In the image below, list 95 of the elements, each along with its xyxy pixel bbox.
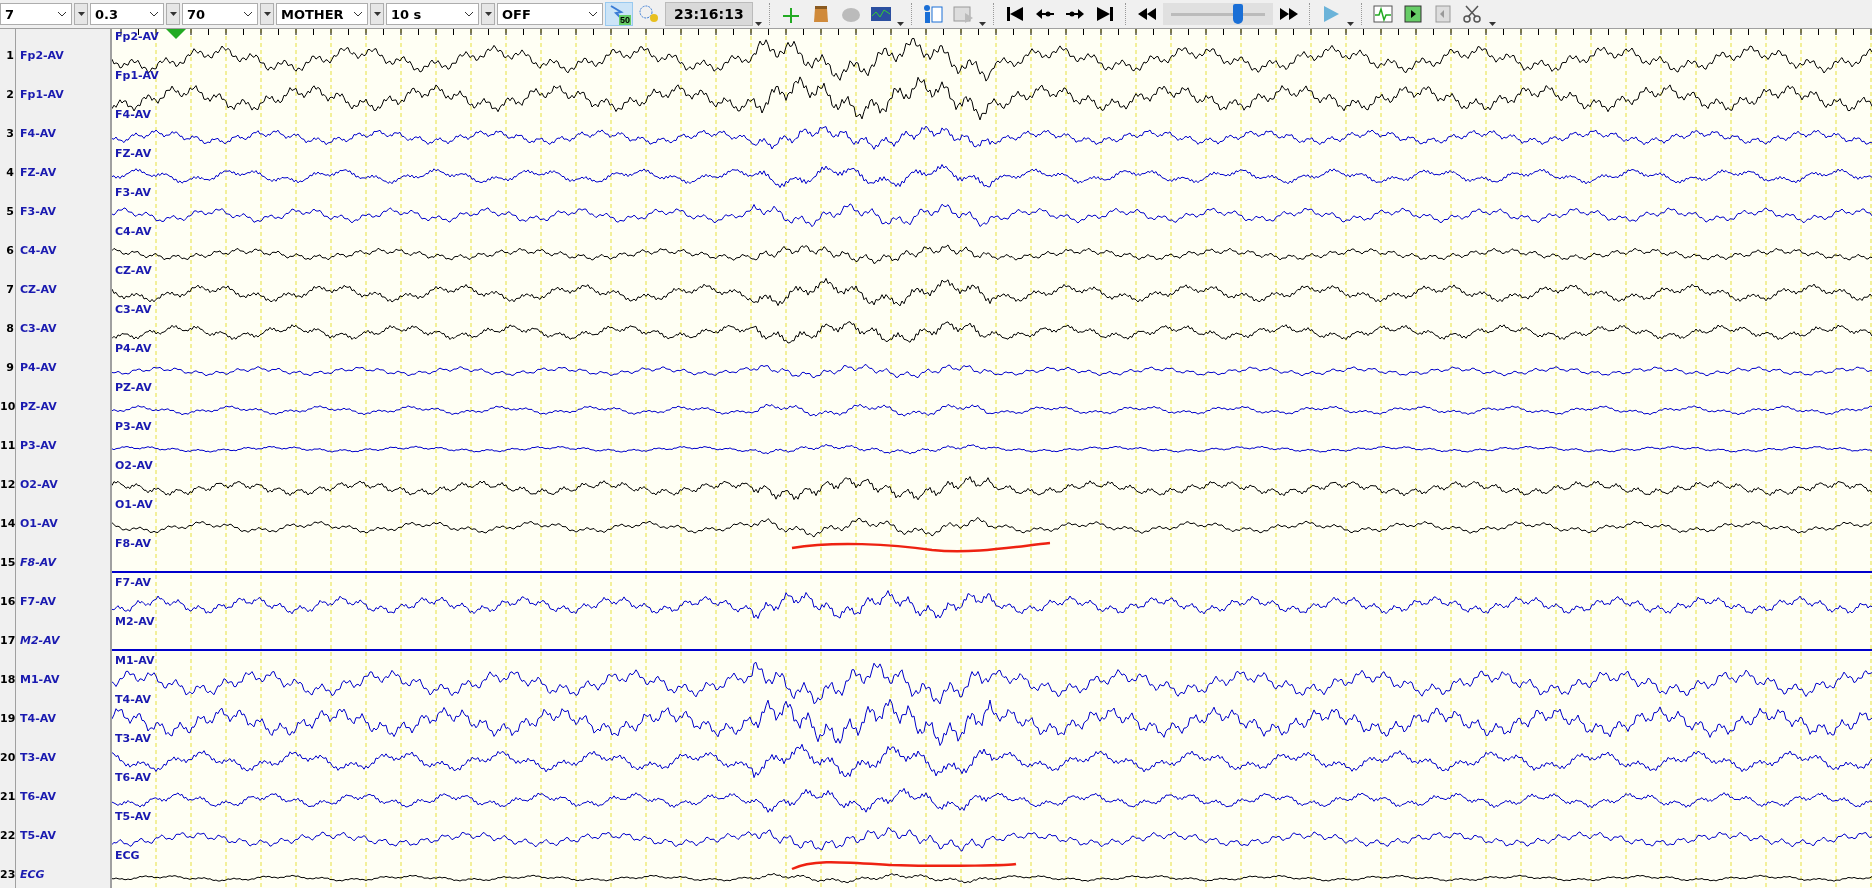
trace-label: M2-AV — [115, 615, 155, 628]
scissors-icon — [1461, 4, 1484, 24]
caret-icon — [1346, 22, 1354, 26]
channel-name[interactable]: FZ-AV — [20, 166, 57, 179]
channel-name[interactable]: T3-AV — [20, 751, 56, 764]
caret-icon — [588, 11, 598, 17]
channel-number: 21 — [0, 790, 14, 803]
trace-label: O2-AV — [115, 459, 153, 472]
trace-label: C4-AV — [115, 225, 152, 238]
trace-label: C3-AV — [115, 303, 152, 316]
settings-combo[interactable]: 70 — [182, 3, 258, 25]
channel-name[interactable]: O2-AV — [20, 478, 58, 491]
trace-label: T3-AV — [115, 732, 151, 745]
spectrum-icon — [869, 4, 892, 24]
channel-number: 20 — [0, 751, 14, 764]
settings-combo[interactable]: OFF — [497, 3, 603, 25]
channel-name[interactable]: P4-AV — [20, 361, 57, 374]
channel-name[interactable]: T5-AV — [20, 829, 56, 842]
channel-number: 3 — [5, 127, 14, 140]
channel-number: 19 — [0, 712, 14, 725]
channel-number: 7 — [5, 283, 14, 296]
caret-icon — [263, 12, 271, 16]
caret-icon — [978, 22, 986, 26]
trace-label: Fp2-AV — [115, 30, 159, 43]
channel-name[interactable]: M1-AV — [20, 673, 60, 686]
channel-number: 1 — [5, 49, 14, 62]
trace-label: Fp1-AV — [115, 69, 159, 82]
wave-page-icon — [1371, 4, 1394, 24]
play-page-icon — [1401, 4, 1424, 24]
trace-label: O1-AV — [115, 498, 153, 511]
channel-name[interactable]: Fp1-AV — [20, 88, 64, 101]
trace-label: F8-AV — [115, 537, 151, 550]
settings-combo[interactable]: 0.3 — [90, 3, 164, 25]
channel-number: 4 — [5, 166, 14, 179]
trace-label: M1-AV — [115, 654, 155, 667]
caret-icon — [754, 22, 762, 26]
caret-icon — [896, 22, 904, 26]
channel-name[interactable]: T6-AV — [20, 790, 56, 803]
channel-number: 8 — [5, 322, 14, 335]
channel-number: 6 — [5, 244, 14, 257]
time-display: 23:16:13 — [665, 2, 753, 26]
channel-name[interactable]: T4-AV — [20, 712, 56, 725]
trace-label: F4-AV — [115, 108, 151, 121]
trace-label: T6-AV — [115, 771, 151, 784]
caret-icon — [77, 12, 85, 16]
trace-label: PZ-AV — [115, 381, 152, 394]
caret-icon — [373, 12, 381, 16]
caret-icon — [1488, 22, 1496, 26]
dropdown-button[interactable] — [166, 3, 180, 25]
channel-number: 23 — [0, 868, 14, 881]
settings-combo[interactable]: 10 s — [386, 3, 479, 25]
settings-combo[interactable]: 7 — [0, 3, 72, 25]
channel-number: 11 — [0, 439, 14, 452]
lightning-button[interactable]: 50 — [605, 2, 633, 26]
trace-label: CZ-AV — [115, 264, 152, 277]
trace-label: T5-AV — [115, 810, 151, 823]
channel-name[interactable]: PZ-AV — [20, 400, 57, 413]
channel-name[interactable]: F7-AV — [20, 595, 56, 608]
person-document-icon — [921, 4, 944, 24]
dropdown-button[interactable] — [481, 3, 495, 25]
film-icon — [951, 4, 974, 24]
notch-badge: 50 — [619, 15, 631, 25]
channel-name[interactable]: P3-AV — [20, 439, 57, 452]
channel-number: 14 — [0, 517, 14, 530]
channel-number: 22 — [0, 829, 14, 842]
dropdown-button[interactable] — [370, 3, 384, 25]
trace-label: P4-AV — [115, 342, 152, 355]
channel-number: 15 — [0, 556, 14, 569]
caret-icon — [484, 12, 492, 16]
channel-number: 10 — [0, 400, 14, 413]
channel-name[interactable]: C4-AV — [20, 244, 57, 257]
trace-label: F7-AV — [115, 576, 151, 589]
channel-number: 16 — [0, 595, 14, 608]
trace-label: T4-AV — [115, 693, 151, 706]
channel-number: 18 — [0, 673, 14, 686]
channel-number: 17 — [0, 634, 14, 647]
channel-name[interactable]: Fp2-AV — [20, 49, 64, 62]
channel-number: 2 — [5, 88, 14, 101]
trace-label: FZ-AV — [115, 147, 152, 160]
channel-name[interactable]: CZ-AV — [20, 283, 57, 296]
channel-name[interactable]: C3-AV — [20, 322, 57, 335]
settings-combo[interactable]: MOTHER — [276, 3, 368, 25]
trace-label: F3-AV — [115, 186, 151, 199]
channel-name[interactable]: F4-AV — [20, 127, 56, 140]
channel-name[interactable]: F3-AV — [20, 205, 56, 218]
dropdown-button[interactable] — [74, 3, 88, 25]
trace-label: P3-AV — [115, 420, 152, 433]
channel-number: 9 — [5, 361, 14, 374]
channel-name[interactable]: O1-AV — [20, 517, 58, 530]
trace-label: ECG — [115, 849, 140, 862]
dropdown-button[interactable] — [260, 3, 274, 25]
channel-number: 5 — [5, 205, 14, 218]
channel-number: 12 — [0, 478, 14, 491]
speed-slider[interactable] — [1162, 3, 1273, 25]
caret-icon — [169, 12, 177, 16]
